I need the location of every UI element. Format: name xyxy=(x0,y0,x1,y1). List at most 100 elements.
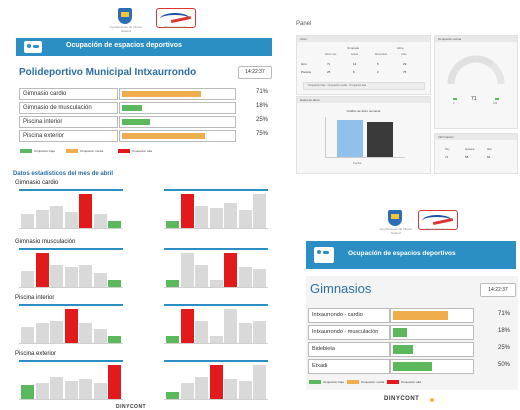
occupancy-bar xyxy=(390,308,474,323)
chart-bar xyxy=(195,206,208,228)
chart-baseline xyxy=(19,228,123,229)
chart-baseline xyxy=(19,343,123,344)
chart-bar xyxy=(166,336,179,343)
gauge-fill xyxy=(447,55,494,85)
gauge-min: 0 xyxy=(453,102,455,105)
stats-section-title: Piscina exterior xyxy=(15,351,57,357)
chart-header-strip xyxy=(164,304,268,306)
bar-chart-card: Datos de aforo Gráfico de aforo semanal … xyxy=(296,96,431,174)
stats-chart xyxy=(19,304,123,344)
table-cell: 25 xyxy=(327,70,331,74)
chart-bar xyxy=(21,327,34,343)
stats-section-title: Gimnasio cardio xyxy=(15,180,59,186)
legend-swatch-high xyxy=(387,380,399,384)
chart-bar xyxy=(21,214,34,228)
legend-high: Ocupación alta xyxy=(132,149,153,153)
chart-bar xyxy=(195,377,208,399)
row-percent: 50% xyxy=(497,362,510,368)
chart-title: Gráfico de aforo semanal xyxy=(346,109,381,113)
chart-baseline xyxy=(164,343,268,344)
stats-chart xyxy=(164,360,268,400)
chart-bar xyxy=(65,267,78,287)
row-label-box: Intxaurrondo - musculación xyxy=(308,325,390,340)
occupancy-bar xyxy=(119,88,236,100)
chart-bar xyxy=(181,383,194,399)
chart-bar xyxy=(94,214,107,228)
chart-bar xyxy=(36,323,49,343)
occupancy-fill xyxy=(122,133,205,139)
chart-bar xyxy=(210,365,223,399)
card-title: Ocupación actual xyxy=(438,37,462,41)
chart-bar xyxy=(108,336,121,343)
row-percent: 75% xyxy=(255,131,268,137)
card-header: Ocupación actual xyxy=(435,36,517,42)
stats-chart xyxy=(19,360,123,400)
chart-bar xyxy=(50,377,63,399)
row-label-box: Gimnasio cardio xyxy=(19,88,118,100)
gauge-min-marker xyxy=(453,98,457,100)
chart-bar xyxy=(224,253,237,287)
chart-header-strip xyxy=(19,189,123,191)
stats-section-title: Gimnasio musculación xyxy=(15,239,76,245)
facility-title: Gimnasios xyxy=(310,281,372,296)
watermark-logo: DINYCONT xyxy=(384,396,420,402)
occupancy-bar xyxy=(119,116,236,128)
chart-bar xyxy=(239,267,252,287)
chart-bar xyxy=(239,323,252,343)
chart-bar xyxy=(253,194,266,228)
card-title: Datos de aforo xyxy=(300,98,320,102)
chart-bar xyxy=(367,122,393,157)
row-label: Intxaurrondo - cardio xyxy=(312,312,363,318)
chart-bar xyxy=(36,210,49,228)
facility-title: Polideportivo Municipal Intxaurrondo xyxy=(19,67,197,78)
occupancy-bar xyxy=(390,325,474,340)
row-label-box: Piscina interior xyxy=(19,116,118,128)
municipal-shield-icon xyxy=(118,8,132,24)
info-value: 58 xyxy=(465,155,469,159)
chart-bar xyxy=(65,381,78,399)
municipal-shield-icon xyxy=(388,210,402,226)
table-cell: 29 xyxy=(403,62,407,66)
people-icon xyxy=(314,247,334,263)
clock: 14:22:37 xyxy=(480,283,516,297)
chart-bar xyxy=(253,321,266,343)
legend-swatch-low xyxy=(20,149,32,153)
info-value: 64 xyxy=(487,155,491,159)
legend-low: Ocupación baja xyxy=(323,380,344,384)
column-header: Actual xyxy=(351,53,358,56)
dashboard-title: Panel xyxy=(296,21,312,27)
chart-bar xyxy=(21,385,34,399)
chart-bar xyxy=(253,365,266,399)
chart-bar xyxy=(253,269,266,287)
chart-bar xyxy=(21,271,34,287)
banner-title: Ocupación de espacios deportivos xyxy=(66,42,182,49)
row-label: Etxadi xyxy=(312,363,328,369)
row-label-box: Etxadi xyxy=(308,359,390,374)
card-title: Aforo xyxy=(300,37,308,41)
gauge-max: 100 xyxy=(493,102,498,105)
occupancy-bar xyxy=(119,102,236,114)
chart-header-strip xyxy=(164,189,268,191)
row-percent: 25% xyxy=(255,117,268,123)
table-footer: Ocupación baja · Ocupación media · Ocupa… xyxy=(303,82,425,90)
gauge-value: 71 xyxy=(471,96,477,102)
chart-bar xyxy=(181,194,194,228)
stats-section-title: Piscina interior xyxy=(15,295,55,301)
chart-baseline xyxy=(164,399,268,400)
chart-bar xyxy=(36,253,49,287)
chart-bar xyxy=(166,221,179,228)
occupancy-fill xyxy=(122,105,142,111)
table-cell: 12 xyxy=(353,62,357,66)
chart-bar xyxy=(79,194,92,228)
chart-bar xyxy=(108,221,121,228)
people-icon xyxy=(24,41,42,53)
chart-baseline xyxy=(164,287,268,288)
chart-bar xyxy=(239,210,252,228)
occupancy-fill xyxy=(393,311,448,320)
occupancy-fill xyxy=(122,91,201,97)
chart-bar xyxy=(79,265,92,287)
gauge-max-marker xyxy=(495,98,499,100)
clock: 14:22:37 xyxy=(238,66,272,79)
row-label-box: Bidebieta xyxy=(308,342,390,357)
info-label: Hoy xyxy=(445,148,450,151)
